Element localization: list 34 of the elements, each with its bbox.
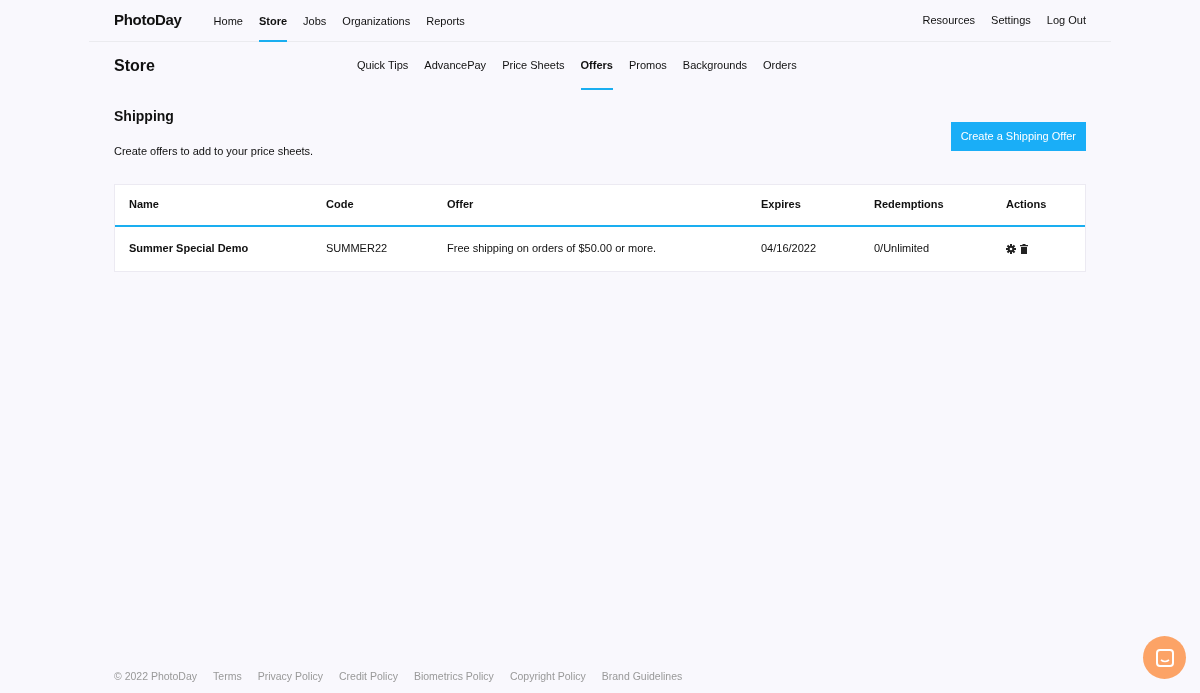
sub-nav-tab[interactable]: Orders [763,42,797,90]
sub-nav-tab[interactable]: Offers [580,42,613,90]
table-cell: 04/16/2022 [761,242,817,255]
nav-link[interactable]: Resources [922,0,976,42]
table-cell: Free shipping on orders of $50.00 or more. [447,242,657,255]
table-cell: Summer Special Demo [129,242,249,255]
nav-link-tab[interactable]: Organizations [342,0,411,42]
column-header: Actions [1006,198,1047,211]
section-title: Store [114,56,156,76]
gear-icon[interactable] [1006,243,1016,254]
sub-nav-tab[interactable]: Quick Tips [357,42,409,90]
page-title: Shipping [114,107,175,126]
column-header: Name [129,198,159,211]
nav-link[interactable]: Settings [991,0,1031,42]
column-header: Code [326,198,354,211]
nav-link-tab[interactable]: Reports [426,0,465,42]
column-header: Redemptions [874,198,944,211]
copyright-text: © 2022 PhotoDay [114,669,198,685]
column-header: Expires [761,198,801,211]
nav-link-tab[interactable]: Store [258,0,288,42]
nav-link-tab[interactable]: Home [213,0,243,42]
brand-logo[interactable]: PhotoDay [114,9,182,32]
chat-icon [1154,647,1175,668]
table-cell: 0/Unlimited [874,242,930,255]
page-description: Create offers to add to your price sheets. [114,144,314,159]
sub-nav-tab[interactable]: Backgrounds [682,42,748,90]
sub-nav-tab[interactable]: AdvancePay [424,42,487,90]
trash-icon[interactable] [1020,243,1028,254]
column-header: Offer [447,198,474,211]
sub-nav-tab[interactable]: Price Sheets [502,42,565,90]
sub-nav-tab[interactable]: Promos [628,42,667,90]
table-cell: SUMMER22 [326,242,388,255]
nav-link-tab[interactable]: Jobs [303,0,327,42]
nav-link[interactable]: Log Out [1046,0,1086,42]
